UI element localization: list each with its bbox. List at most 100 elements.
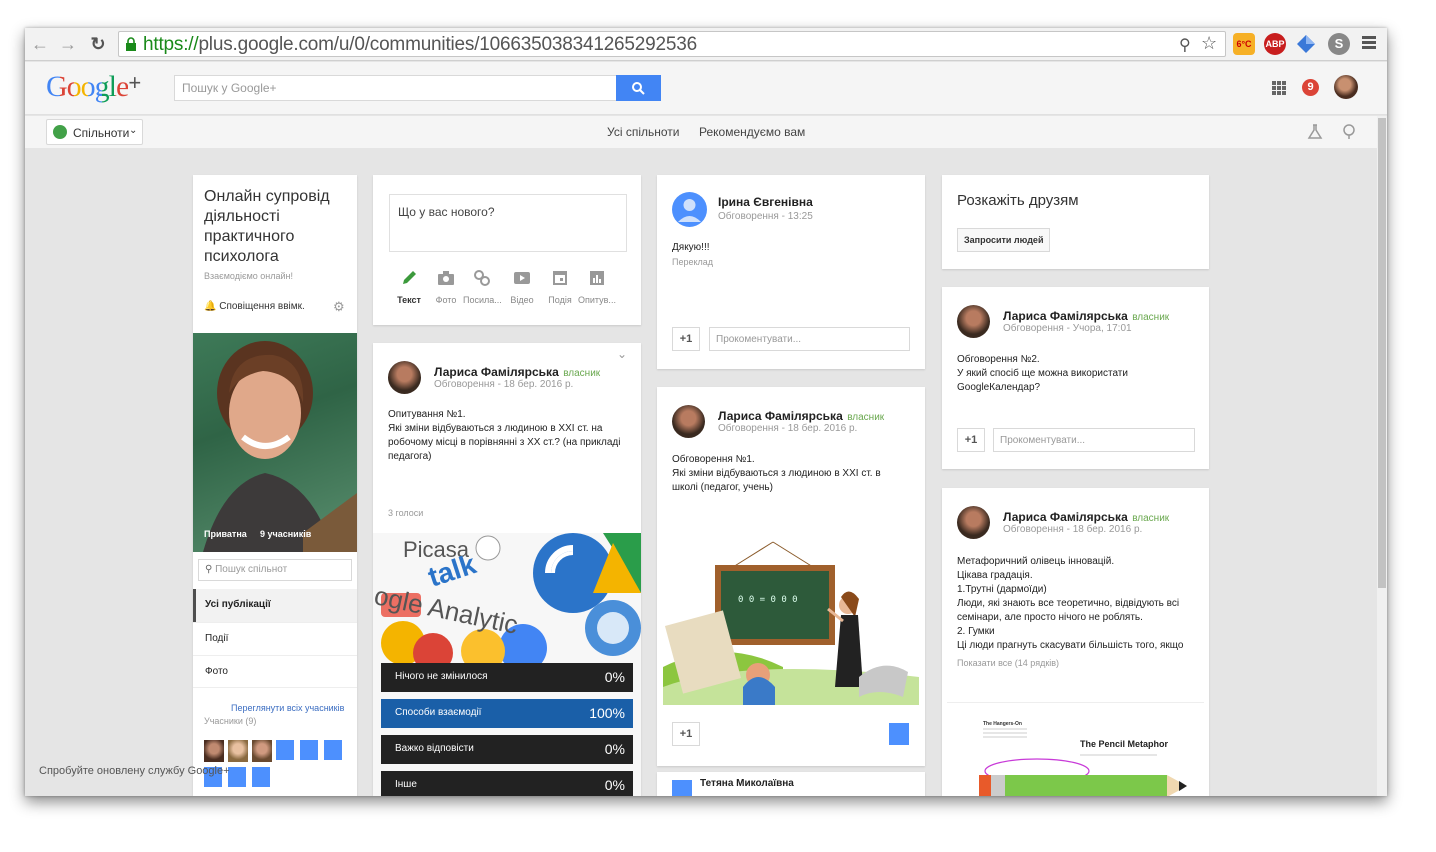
- author-name[interactable]: Лариса Фамілярська: [1003, 510, 1128, 524]
- nav-all-posts[interactable]: Усі публікації: [193, 589, 357, 622]
- author-avatar[interactable]: [672, 405, 705, 438]
- menu-icon[interactable]: [1362, 36, 1376, 49]
- privacy-label: Приватна: [204, 529, 247, 539]
- author-avatar[interactable]: [388, 361, 421, 394]
- composer-tool-label: Опитув...: [578, 295, 616, 305]
- tab-all-communities[interactable]: Усі спільноти: [607, 125, 679, 139]
- apps-grid-icon[interactable]: [1272, 81, 1286, 95]
- poll-option[interactable]: Інше 0%: [381, 771, 633, 796]
- plus-one-button[interactable]: +1: [672, 327, 700, 351]
- google-plus-logo[interactable]: Google+: [46, 70, 141, 104]
- plus-one-button[interactable]: +1: [957, 428, 985, 452]
- classroom-illustration-image[interactable]: 0 0 = 0 0 0: [663, 537, 919, 705]
- post-category[interactable]: Обговорення: [1003, 524, 1064, 535]
- post-date[interactable]: 18 бер. 2016 р.: [788, 423, 858, 434]
- zoom-icon[interactable]: ⚲: [1179, 35, 1191, 55]
- post-date[interactable]: 18 бер. 2016 р.: [504, 379, 574, 390]
- invite-people-button[interactable]: Запросити людей: [957, 228, 1051, 252]
- author-avatar[interactable]: [672, 192, 707, 227]
- gear-icon[interactable]: ⚙: [333, 299, 345, 315]
- url-text: https://plus.google.com/u/0/communities/…: [143, 34, 697, 55]
- post-menu-chevron-icon[interactable]: ⌄: [617, 347, 627, 361]
- post-category[interactable]: Обговорення: [434, 379, 495, 390]
- author-name[interactable]: Лариса Фамілярська: [1003, 309, 1128, 323]
- post-category[interactable]: Обговорення: [718, 211, 779, 222]
- comment-input[interactable]: Прокоментувати...: [709, 327, 910, 351]
- skype-extension-icon[interactable]: S: [1328, 33, 1350, 55]
- address-bar[interactable]: https://plus.google.com/u/0/communities/…: [118, 31, 1226, 57]
- new-google-plus-toast[interactable]: Спробуйте оновлену службу Google+: [39, 765, 230, 777]
- poll-option[interactable]: Нічого не змінилося 0%: [381, 663, 633, 692]
- show-all-link[interactable]: Показати все (14 рядків): [957, 658, 1059, 668]
- nav-all-posts-label: Усі публікації: [205, 599, 271, 610]
- author-avatar[interactable]: [957, 506, 990, 539]
- member-avatar[interactable]: [300, 740, 318, 760]
- members-label: Учасники (9): [204, 716, 257, 726]
- composer-tool-video[interactable]: Відео: [507, 269, 537, 305]
- composer-tool-label: Текст: [397, 295, 421, 305]
- community-info-card: Онлайн супровід діяльності практичного п…: [193, 175, 357, 796]
- author-avatar[interactable]: [672, 780, 692, 796]
- weather-extension-icon[interactable]: 6°C: [1233, 33, 1255, 55]
- star-icon[interactable]: ☆: [1201, 33, 1217, 54]
- plus-one-user-avatar[interactable]: [889, 723, 909, 745]
- post-category[interactable]: Обговорення: [1003, 323, 1064, 334]
- reload-icon[interactable]: ↻: [87, 33, 109, 55]
- post-category[interactable]: Обговорення: [718, 423, 779, 434]
- nav-photos[interactable]: Фото: [193, 655, 357, 688]
- author-name[interactable]: Тетяна Миколаївна: [700, 778, 794, 789]
- member-avatar[interactable]: [228, 767, 246, 787]
- poll-option-label: Нічого не змінилося: [395, 671, 488, 682]
- plus-one-button[interactable]: +1: [672, 722, 700, 746]
- poll-icon: [590, 271, 604, 285]
- author-name[interactable]: Лариса Фамілярська: [718, 409, 843, 423]
- communities-dropdown[interactable]: Спільноти ⌄: [46, 119, 143, 145]
- member-avatar[interactable]: [252, 767, 270, 787]
- community-search-input[interactable]: ⚲ Пошук спільнот: [198, 559, 352, 581]
- view-all-members-link[interactable]: Переглянути всіх учасників: [231, 703, 344, 713]
- poll-option-selected[interactable]: Способи взаємодії 100%: [381, 699, 633, 728]
- browser-toolbar: ← → ↻ https://plus.google.com/u/0/commun…: [25, 28, 1387, 61]
- post-composer: Що у вас нового? Текст Фото Посила... Ві…: [373, 175, 641, 325]
- translate-link[interactable]: Переклад: [672, 257, 713, 267]
- composer-tool-photo[interactable]: Фото: [431, 269, 461, 305]
- account-avatar[interactable]: [1334, 75, 1358, 99]
- back-arrow-icon[interactable]: ←: [29, 33, 51, 55]
- nav-events[interactable]: Події: [193, 622, 357, 655]
- author-name[interactable]: Лариса Фамілярська: [434, 365, 559, 379]
- composer-input[interactable]: Що у вас нового?: [389, 194, 627, 252]
- post-date[interactable]: Учора, 17:01: [1073, 323, 1132, 334]
- diamond-extension-icon[interactable]: [1296, 34, 1316, 54]
- notifications-toggle[interactable]: 🔔 Сповіщення ввімк.: [204, 301, 305, 312]
- composer-tool-link[interactable]: Посила...: [463, 269, 502, 305]
- composer-tool-text[interactable]: Текст: [395, 269, 423, 305]
- composer-tool-poll[interactable]: Опитув...: [577, 269, 617, 305]
- member-avatar[interactable]: [204, 740, 224, 762]
- post-time[interactable]: 13:25: [788, 211, 813, 222]
- notifications-badge[interactable]: 9: [1302, 79, 1319, 96]
- author-name[interactable]: Ірина Євгенівна: [718, 195, 813, 209]
- composer-tool-event[interactable]: Подія: [545, 269, 575, 305]
- author-avatar[interactable]: [957, 305, 990, 338]
- browser-window: ← → ↻ https://plus.google.com/u/0/commun…: [25, 28, 1387, 796]
- member-avatar[interactable]: [276, 740, 294, 760]
- tab-recommended[interactable]: Рекомендуємо вам: [699, 125, 805, 139]
- page-scrollbar[interactable]: [1377, 116, 1387, 796]
- search-button[interactable]: [616, 75, 661, 101]
- poll-option[interactable]: Важко відповісти 0%: [381, 735, 633, 764]
- camera-icon: [438, 271, 454, 285]
- flask-icon[interactable]: [1307, 124, 1323, 140]
- member-avatar[interactable]: [324, 740, 342, 760]
- member-avatar[interactable]: [228, 740, 248, 762]
- forward-arrow-icon[interactable]: →: [57, 33, 79, 55]
- post-date[interactable]: 18 бер. 2016 р.: [1073, 524, 1143, 535]
- nav-photos-label: Фото: [205, 666, 228, 677]
- pin-icon[interactable]: [1341, 124, 1357, 140]
- pencil-metaphor-image[interactable]: The Hangers-On The Pencil Metaphor: [947, 702, 1204, 796]
- adblock-extension-icon[interactable]: ABP: [1264, 33, 1286, 55]
- member-avatar[interactable]: [252, 740, 272, 762]
- invite-title: Розкажіть друзям: [957, 192, 1079, 209]
- search-input[interactable]: Пошук у Google+: [174, 75, 617, 101]
- comment-input[interactable]: Прокоментувати...: [993, 428, 1195, 452]
- lock-icon: [126, 37, 136, 51]
